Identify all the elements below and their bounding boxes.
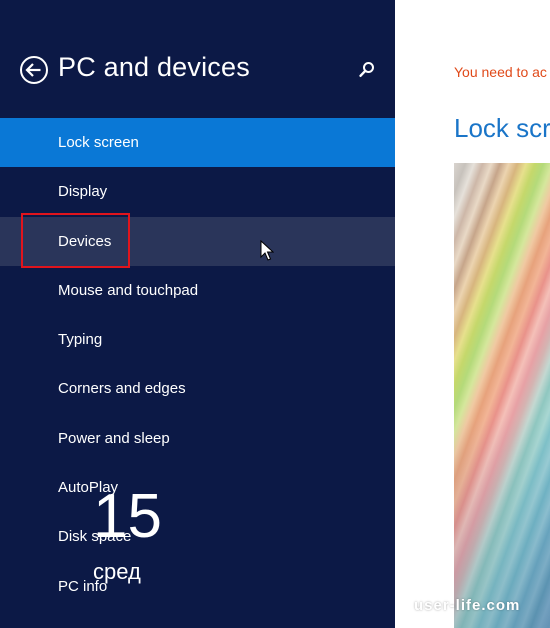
nav-item-label: Mouse and touchpad — [58, 281, 199, 299]
search-icon — [357, 62, 377, 84]
preview-time: 15 — [93, 482, 162, 551]
nav-item-pc-info[interactable]: PC info — [0, 562, 395, 611]
watermark: user-life.com — [414, 597, 521, 614]
sidebar-header: PC and devices — [0, 0, 395, 118]
nav-item-typing[interactable]: Typing — [0, 315, 395, 364]
nav-item-label: Power and sleep — [58, 429, 170, 447]
nav-item-label: Lock screen — [58, 134, 139, 151]
nav-item-label: Corners and edges — [58, 380, 186, 398]
lock-screen-preview-image[interactable] — [454, 163, 550, 628]
sidebar: PC and devices Lock screen Display Devic… — [0, 0, 395, 628]
mouse-pointer-icon — [260, 239, 275, 262]
warning-message: You need to ac — [454, 64, 547, 80]
preview-day: сред — [93, 559, 141, 584]
nav-item-label: Display — [58, 183, 108, 201]
nav-item-power-and-sleep[interactable]: Power and sleep — [0, 414, 395, 463]
nav-item-mouse-and-touchpad[interactable]: Mouse and touchpad — [0, 266, 395, 315]
nav-item-label: Devices — [58, 232, 112, 250]
nav-item-corners-and-edges[interactable]: Corners and edges — [0, 364, 395, 413]
search-button[interactable] — [357, 60, 377, 80]
back-button[interactable] — [19, 55, 49, 85]
back-arrow-circle-icon — [19, 55, 49, 85]
section-title: Lock scre — [454, 113, 550, 143]
nav-item-display[interactable]: Display — [0, 167, 395, 216]
nav-item-lock-screen[interactable]: Lock screen — [0, 118, 395, 168]
content-pane: You need to ac Lock scre — [395, 0, 550, 628]
page-title: PC and devices — [58, 52, 250, 82]
settings-nav-list: Lock screen Display Devices Mouse and to… — [0, 118, 395, 611]
nav-item-disk-space[interactable]: Disk space — [0, 512, 395, 561]
nav-item-label: Typing — [58, 331, 103, 349]
nav-item-autoplay[interactable]: AutoPlay — [0, 463, 395, 512]
nav-item-devices[interactable]: Devices — [0, 216, 395, 266]
